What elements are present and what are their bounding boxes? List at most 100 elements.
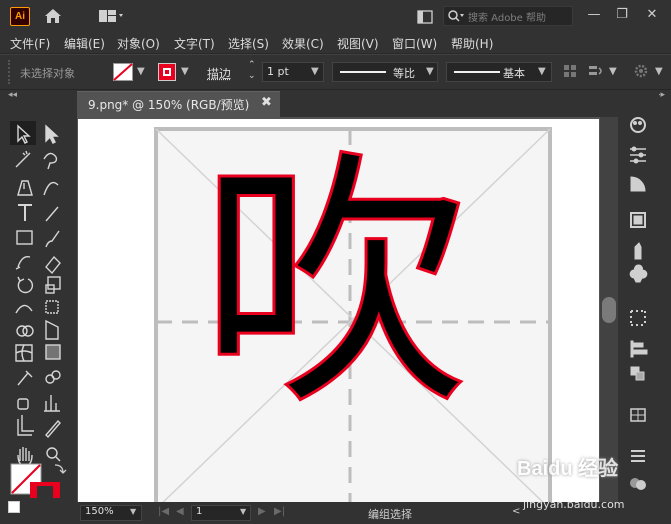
stroke-dropdown-icon[interactable]: ▼ [181, 66, 189, 77]
default-colors-icon[interactable] [8, 501, 20, 513]
menu-edit[interactable]: 编辑(E) [64, 35, 105, 52]
character-artwork[interactable]: 吹 [199, 148, 472, 421]
hand-tool-icon[interactable] [13, 437, 33, 457]
search-placeholder: 搜索 Adobe 帮助 [468, 13, 546, 24]
fill-swatch-icon[interactable] [113, 63, 133, 81]
menu-file[interactable]: 文件(F) [10, 35, 50, 52]
minimize-button[interactable]: — [584, 6, 604, 24]
eraser-tool-icon[interactable] [42, 256, 62, 276]
status-bar [77, 502, 600, 524]
arrange-documents-icon[interactable] [98, 9, 124, 23]
magic-wand-tool-icon[interactable] [13, 147, 33, 167]
stroke-stepper[interactable]: ⌃ ⌄ [248, 60, 256, 82]
selection-tool-icon[interactable] [13, 121, 33, 141]
shape-builder-tool-icon[interactable] [13, 323, 33, 343]
paintbrush-tool-icon[interactable] [42, 221, 62, 241]
artboard-dropdown-icon[interactable]: ▼ [240, 507, 246, 516]
zoom-tool-icon[interactable] [42, 437, 62, 457]
symbol-sprayer-tool-icon[interactable] [13, 391, 33, 411]
brush-line-icon [454, 71, 500, 73]
stroke-weight-dropdown-icon[interactable]: ▼ [311, 66, 319, 77]
first-artboard-icon[interactable]: |◀ [158, 506, 169, 517]
rotate-tool-icon[interactable] [13, 277, 33, 297]
graph-tool-icon[interactable] [42, 391, 62, 411]
properties-icon[interactable] [628, 143, 648, 163]
mesh-tool-icon[interactable] [13, 343, 33, 363]
last-artboard-icon[interactable]: ▶| [274, 506, 285, 517]
brushes-icon[interactable] [628, 240, 648, 260]
prev-artboard-icon[interactable]: ◀ [176, 506, 184, 517]
watermark-url: jingyan.baidu.com [523, 498, 625, 511]
search-icon [448, 10, 464, 22]
brush-dropdown-icon[interactable]: ▼ [538, 66, 546, 77]
panel-dock-icons [629, 117, 648, 490]
profile-label: 等比 [393, 67, 415, 80]
menu-window[interactable]: 窗口(W) [392, 35, 437, 52]
gradient-tool-icon[interactable] [42, 343, 62, 363]
vertical-scroll-thumb[interactable] [602, 297, 616, 323]
warp-tool-icon[interactable] [13, 301, 33, 321]
blob-brush-tool-icon[interactable] [13, 256, 33, 276]
close-button[interactable]: ✕ [642, 6, 662, 24]
profile-line-icon [340, 71, 386, 73]
selection-status: 未选择对象 [20, 67, 75, 80]
fill-stroke-widget[interactable] [10, 462, 72, 498]
scroll-left-icon[interactable]: < [512, 506, 520, 517]
status-mode: 编组选择 [368, 508, 412, 521]
recolor-icon[interactable] [588, 64, 604, 78]
control-grip [8, 60, 10, 84]
menu-view[interactable]: 视图(V) [337, 35, 379, 52]
stroke-label[interactable]: 描边 [207, 65, 231, 82]
artboard-number: 1 [196, 506, 203, 517]
menu-help[interactable]: 帮助(H) [451, 35, 493, 52]
profile-dropdown-icon[interactable]: ▼ [426, 66, 434, 77]
align-icon[interactable] [628, 338, 648, 358]
lasso-tool-icon[interactable] [42, 147, 62, 167]
document-tab-label: 9.png* @ 150% (RGB/预览) [88, 98, 250, 112]
artboard-tool-icon[interactable] [13, 413, 33, 433]
direct-selection-tool-icon[interactable] [42, 121, 62, 141]
more-dropdown-icon[interactable]: ▼ [655, 66, 663, 77]
align-grid-icon[interactable] [563, 64, 577, 78]
color-icon[interactable] [628, 115, 648, 135]
layers-icon[interactable] [628, 407, 648, 427]
pen-tool-icon[interactable] [13, 173, 33, 193]
menu-select[interactable]: 选择(S) [228, 35, 269, 52]
type-tool-icon[interactable] [13, 197, 33, 217]
collapse-toolbar-icon[interactable]: ◂◂ [8, 90, 17, 100]
menu-effect[interactable]: 效果(C) [282, 35, 324, 52]
menu-icon[interactable] [628, 447, 648, 467]
curvature-tool-icon[interactable] [42, 173, 62, 193]
fill-dropdown-icon[interactable]: ▼ [137, 66, 145, 77]
rectangle-tool-icon[interactable] [13, 221, 33, 241]
pathfinder-icon[interactable] [628, 364, 648, 384]
color-guide-icon[interactable] [628, 172, 648, 192]
appearance-icon[interactable] [628, 476, 648, 496]
scale-tool-icon[interactable] [42, 277, 62, 297]
eyedropper-tool-icon[interactable] [13, 367, 33, 387]
libraries-icon[interactable] [628, 210, 648, 230]
symbols-icon[interactable] [628, 266, 648, 286]
document-tab-close[interactable]: ✖ [261, 95, 272, 110]
transform-icon[interactable] [628, 308, 648, 328]
workspace-icon[interactable] [417, 10, 433, 24]
home-icon[interactable] [44, 8, 62, 24]
menu-object[interactable]: 对象(O) [117, 35, 160, 52]
menu-type[interactable]: 文字(T) [174, 35, 215, 52]
restore-button[interactable]: ❐ [612, 6, 632, 24]
brush-label: 基本 [503, 67, 525, 80]
zoom-value: 150% [85, 506, 114, 517]
watermark-logo: Baidu 经验 [517, 458, 619, 480]
free-transform-tool-icon[interactable] [42, 301, 62, 321]
zoom-dropdown-icon[interactable]: ▼ [130, 507, 136, 516]
stroke-swatch-icon[interactable] [158, 63, 176, 81]
slice-tool-icon[interactable] [42, 413, 62, 433]
blend-tool-icon[interactable] [42, 367, 62, 387]
line-tool-icon[interactable] [42, 197, 62, 217]
recolor-dropdown-icon[interactable]: ▼ [609, 66, 617, 77]
perspective-grid-tool-icon[interactable] [42, 323, 62, 343]
gear-icon[interactable] [632, 63, 650, 79]
stroke-weight-value: 1 pt [267, 65, 289, 78]
next-artboard-icon[interactable]: ▶ [258, 506, 266, 517]
app-logo: Ai [10, 7, 30, 26]
